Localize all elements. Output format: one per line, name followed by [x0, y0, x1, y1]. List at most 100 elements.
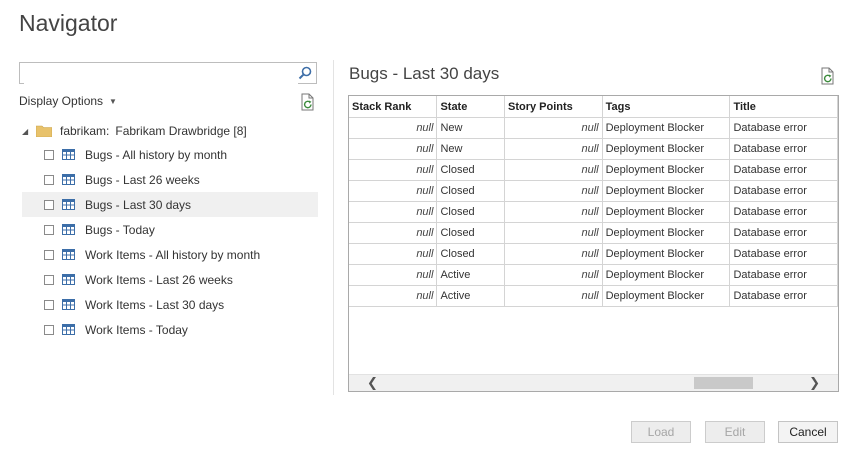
table-cell: Deployment Blocker [602, 222, 731, 244]
table-cell: Database error [729, 243, 838, 265]
table-cell: Closed [436, 201, 505, 223]
search-icon[interactable] [298, 66, 312, 80]
table-icon [62, 174, 75, 185]
table-cell: null [349, 138, 438, 160]
table-cell: null [349, 222, 438, 244]
preview-title: Bugs - Last 30 days [349, 64, 500, 83]
checkbox[interactable] [44, 324, 54, 335]
folder-icon [36, 125, 52, 137]
table-row: null New null Deployment Blocker Databas… [349, 138, 838, 160]
table-row: null Closed null Deployment Blocker Data… [349, 222, 838, 244]
scroll-right-icon[interactable]: ❯ [809, 376, 820, 390]
scrollbar-thumb[interactable] [694, 377, 753, 389]
table-cell: Deployment Blocker [602, 243, 731, 265]
display-options-dropdown[interactable]: Display Options ▼ [19, 94, 117, 108]
checkbox[interactable] [44, 199, 54, 210]
checkbox[interactable] [44, 224, 54, 235]
tree-item-bugs-all-history[interactable]: Bugs - All history by month [22, 142, 318, 167]
table-row: null Closed null Deployment Blocker Data… [349, 159, 838, 181]
checkbox[interactable] [44, 174, 54, 185]
column-header[interactable]: Story Points [504, 96, 603, 118]
table-cell: Deployment Blocker [602, 180, 731, 202]
table-row: null Closed null Deployment Blocker Data… [349, 180, 838, 202]
column-header[interactable]: Title [729, 96, 838, 118]
tree-item-bugs-last-30-days[interactable]: Bugs - Last 30 days [22, 192, 318, 217]
load-button[interactable]: Load [631, 421, 691, 443]
column-header[interactable]: Stack Rank [349, 96, 438, 118]
tree-item-label: Bugs - All history by month [85, 147, 228, 162]
preview-grid[interactable]: Stack Rank State Story Points Tags Title… [348, 95, 839, 392]
display-options-label: Display Options [19, 94, 104, 108]
expand-triangle-icon[interactable]: ◢ [22, 127, 34, 136]
table-cell: Deployment Blocker [602, 117, 731, 139]
table-cell: null [504, 138, 603, 160]
tree-root-name: fabrikam: [60, 124, 110, 138]
table-row: null Active null Deployment Blocker Data… [349, 264, 838, 286]
table-icon [62, 299, 75, 310]
table-row: null Active null Deployment Blocker Data… [349, 285, 838, 307]
table-cell: New [436, 138, 505, 160]
table-cell: New [436, 117, 505, 139]
table-cell: Closed [436, 180, 505, 202]
table-cell: null [504, 285, 603, 307]
table-cell: null [504, 117, 603, 139]
tree-item-bugs-last-26-weeks[interactable]: Bugs - Last 26 weeks [22, 167, 318, 192]
table-cell: Closed [436, 222, 505, 244]
checkbox[interactable] [44, 299, 54, 310]
table-icon [62, 224, 75, 235]
table-cell: null [349, 180, 438, 202]
tree-item-work-items-all-history[interactable]: Work Items - All history by month [22, 242, 318, 267]
table-cell: Closed [436, 159, 505, 181]
table-cell: Deployment Blocker [602, 285, 731, 307]
tree-item-bugs-today[interactable]: Bugs - Today [22, 217, 318, 242]
column-header[interactable]: State [436, 96, 505, 118]
table-cell: Database error [729, 264, 838, 286]
table-cell: null [504, 180, 603, 202]
search-input[interactable] [24, 64, 298, 84]
table-cell: Active [436, 264, 505, 286]
table-cell: null [349, 117, 438, 139]
tree-item-label: Work Items - Last 26 weeks [85, 272, 233, 287]
table-cell: Deployment Blocker [602, 201, 731, 223]
scroll-left-icon[interactable]: ❮ [367, 376, 378, 390]
tree-item-label: Bugs - Last 30 days [85, 197, 192, 212]
table-cell: Database error [729, 138, 838, 160]
table-cell: null [349, 264, 438, 286]
table-cell: null [349, 201, 438, 223]
tree-root-fabrikam[interactable]: ◢ fabrikam: Fabrikam Drawbridge [8] [22, 120, 318, 142]
tree-item-label: Work Items - Last 30 days [85, 297, 225, 312]
table-cell: null [504, 264, 603, 286]
tree-item-work-items-last-30-days[interactable]: Work Items - Last 30 days [22, 292, 318, 317]
tree-root-label: Fabrikam Drawbridge [8] [115, 124, 247, 138]
table-cell: null [504, 201, 603, 223]
search-box[interactable] [19, 62, 317, 84]
horizontal-scrollbar[interactable]: ❮ ❯ [349, 374, 838, 391]
cancel-button[interactable]: Cancel [778, 421, 838, 443]
tree-item-label: Work Items - Today [85, 322, 188, 337]
refresh-icon[interactable] [820, 67, 836, 85]
table-icon [62, 274, 75, 285]
table-cell: null [504, 243, 603, 265]
column-header[interactable]: Tags [602, 96, 731, 118]
table-icon [62, 199, 75, 210]
table-cell: null [349, 243, 438, 265]
table-cell: null [504, 222, 603, 244]
table-cell: Database error [729, 117, 838, 139]
table-cell: Active [436, 285, 505, 307]
tree-item-work-items-today[interactable]: Work Items - Today [22, 317, 318, 342]
table-row: null Closed null Deployment Blocker Data… [349, 201, 838, 223]
table-icon [62, 324, 75, 335]
checkbox[interactable] [44, 249, 54, 260]
checkbox[interactable] [44, 149, 54, 160]
table-cell: null [349, 159, 438, 181]
table-row: null New null Deployment Blocker Databas… [349, 117, 838, 139]
table-cell: Database error [729, 222, 838, 244]
table-cell: Database error [729, 180, 838, 202]
tree-item-work-items-last-26-weeks[interactable]: Work Items - Last 26 weeks [22, 267, 318, 292]
table-cell: Deployment Blocker [602, 264, 731, 286]
checkbox[interactable] [44, 274, 54, 285]
edit-button[interactable]: Edit [705, 421, 765, 443]
table-cell: Closed [436, 243, 505, 265]
refresh-icon[interactable] [300, 93, 316, 111]
pane-divider [333, 60, 334, 395]
